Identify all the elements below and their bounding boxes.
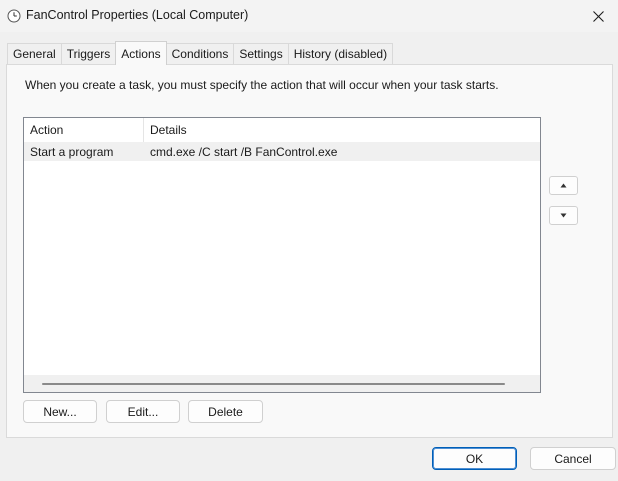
tab-conditions[interactable]: Conditions [165,43,235,64]
tab-history[interactable]: History (disabled) [287,43,394,64]
tab-strip: General Triggers Actions Conditions Sett… [7,41,394,65]
title-bar: FanControl Properties (Local Computer) [0,0,618,32]
horizontal-scrollbar[interactable] [24,375,540,392]
table-row[interactable]: Start a program cmd.exe /C start /B FanC… [24,142,540,161]
window-title: FanControl Properties (Local Computer) [26,8,249,22]
tab-settings[interactable]: Settings [233,43,289,64]
move-down-button[interactable] [549,206,578,225]
scrollbar-thumb[interactable] [42,383,505,385]
move-up-button[interactable] [549,176,578,195]
edit-action-button[interactable]: Edit... [106,400,180,423]
list-header: Action Details [24,118,540,142]
tab-triggers[interactable]: Triggers [60,43,117,64]
close-button[interactable] [578,0,618,32]
ok-button[interactable]: OK [432,447,517,470]
tab-actions[interactable]: Actions [115,41,167,65]
cancel-button[interactable]: Cancel [530,447,616,470]
move-down-arrow-icon [560,213,567,218]
close-icon [592,10,604,22]
column-header-action[interactable]: Action [24,118,143,142]
column-header-details[interactable]: Details [144,118,540,142]
actions-list[interactable]: Action Details Start a program cmd.exe /… [23,117,541,393]
row-action-cell: Start a program [30,144,114,159]
row-details-cell: cmd.exe /C start /B FanControl.exe [150,144,338,159]
move-up-arrow-icon [560,183,567,188]
actions-panel: When you create a task, you must specify… [6,64,613,438]
new-action-button[interactable]: New... [23,400,97,423]
actions-description: When you create a task, you must specify… [25,78,499,92]
clock-icon [7,9,21,23]
tab-general[interactable]: General [7,43,62,64]
delete-action-button[interactable]: Delete [188,400,263,423]
